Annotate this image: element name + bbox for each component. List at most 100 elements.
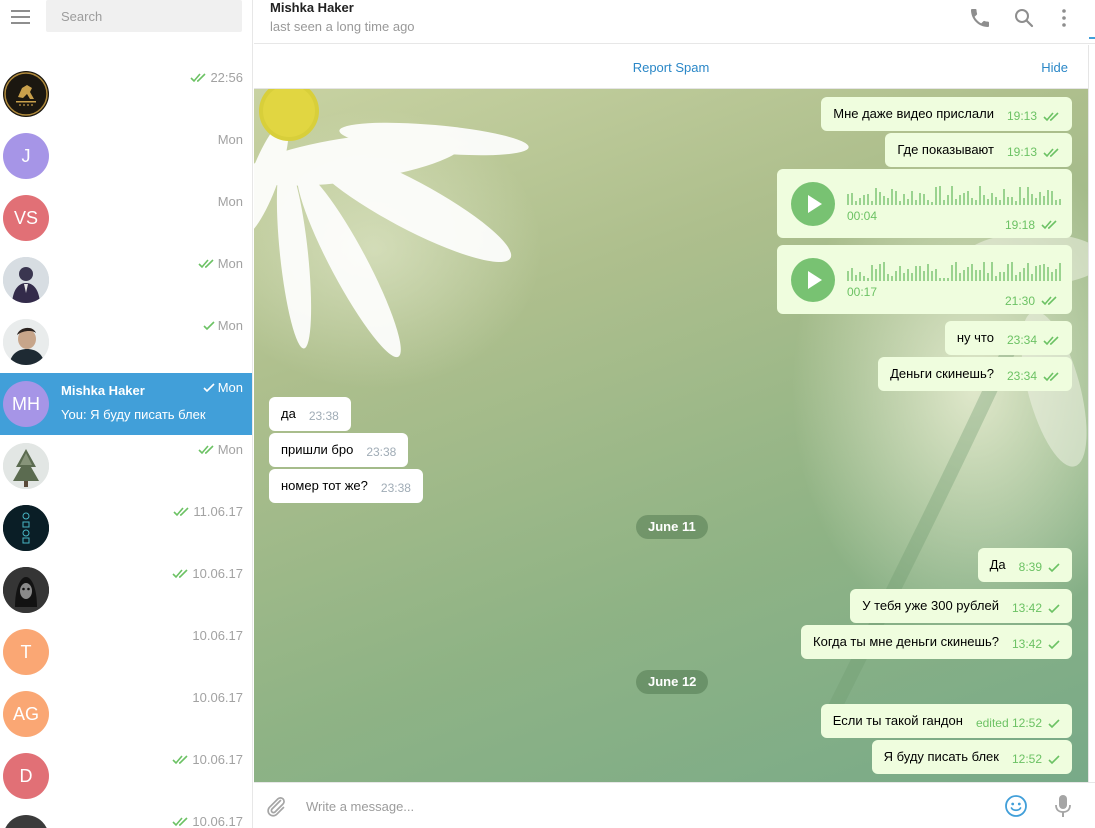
peer-name[interactable]: Mishka Haker — [270, 0, 354, 15]
voice-message: 00:04 19:18 — [777, 169, 1072, 238]
waveform-bar — [891, 276, 893, 281]
report-spam-bar: Report Spam Hide — [254, 45, 1088, 89]
hide-button[interactable]: Hide — [1041, 60, 1068, 75]
waveform-bar — [983, 262, 985, 281]
chat-time: 10.06.17 — [172, 752, 243, 767]
waveform-bar — [907, 199, 909, 205]
chat-list-item[interactable]: Mon — [0, 249, 252, 311]
double-check-icon — [1041, 296, 1057, 306]
double-check-icon — [1041, 220, 1057, 230]
waveform-bar — [927, 200, 929, 205]
waveform-bar — [1019, 187, 1021, 205]
waveform-bar — [975, 200, 977, 205]
waveform-bar — [959, 195, 961, 205]
waveform-bar — [999, 200, 1001, 205]
chat-list-item[interactable]: AG 10.06.17 — [0, 683, 252, 745]
waveform-bar — [883, 262, 885, 281]
message-time: 19:18 — [1005, 218, 1058, 232]
avatar — [3, 567, 49, 613]
report-spam-button[interactable]: Report Spam — [633, 60, 710, 75]
waveform-bar — [923, 271, 925, 281]
chat-time: 11.06.17 — [173, 504, 243, 519]
chat-list-item[interactable]: D 10.06.17 — [0, 745, 252, 807]
message-input[interactable] — [298, 791, 978, 821]
chat-time: 10.06.17 — [172, 814, 243, 828]
waveform-bar — [887, 274, 889, 281]
double-check-icon — [1043, 372, 1059, 382]
check-icon — [1048, 719, 1060, 729]
waveform-bar — [895, 271, 897, 281]
waveform-bar — [979, 186, 981, 205]
avatar — [3, 71, 49, 117]
chat-list-item[interactable]: J Mon — [0, 125, 252, 187]
play-button[interactable] — [791, 182, 835, 226]
outgoing-message[interactable]: Когда ты мне деньги скинешь? 13:42 — [801, 625, 1072, 659]
avatar — [3, 505, 49, 551]
chat-list-item[interactable]: T 10.06.17 — [0, 621, 252, 683]
chat-time: Mon — [198, 256, 243, 271]
chat-list-item[interactable]: 22:56 — [0, 63, 252, 125]
check-icon — [1048, 755, 1060, 765]
play-button[interactable] — [791, 258, 835, 302]
waveform-bar — [987, 199, 989, 205]
outgoing-message[interactable]: Где показывают 19:13 — [885, 133, 1072, 167]
waveform-bar — [951, 265, 953, 281]
waveform-bar — [919, 266, 921, 281]
outgoing-message[interactable]: Я буду писать блек 12:52 — [871, 740, 1072, 774]
check-icon — [1048, 604, 1060, 614]
avatar — [3, 443, 49, 489]
avatar — [3, 815, 49, 828]
waveform-bar — [1055, 200, 1057, 205]
search-icon[interactable] — [1012, 6, 1036, 30]
chat-time: 10.06.17 — [192, 690, 243, 705]
voice-waveform[interactable] — [847, 259, 1061, 281]
incoming-message[interactable]: пришли бро 23:38 — [269, 433, 409, 467]
chat-header: Mishka Haker last seen a long time ago — [254, 0, 1095, 44]
phone-call-icon[interactable] — [968, 6, 992, 30]
voice-waveform[interactable] — [847, 183, 1061, 205]
waveform-bar — [851, 193, 853, 205]
hamburger-menu-icon[interactable] — [11, 9, 31, 25]
emoji-icon[interactable] — [1004, 794, 1028, 818]
waveform-bar — [1023, 198, 1025, 205]
waveform-bar — [1003, 189, 1005, 205]
outgoing-message[interactable]: Деньги скинешь? 23:34 — [878, 357, 1072, 391]
outgoing-message[interactable]: Да 8:39 — [977, 548, 1072, 582]
incoming-message[interactable]: да 23:38 — [269, 397, 351, 431]
chat-list-item[interactable]: Mon — [0, 435, 252, 497]
paperclip-attach-icon[interactable] — [264, 794, 288, 818]
avatar: T — [3, 629, 49, 675]
waveform-bar — [1011, 197, 1013, 205]
chat-list-item[interactable]: 10.06.17 — [0, 807, 252, 828]
waveform-bar — [935, 187, 937, 205]
more-vertical-icon[interactable] — [1052, 6, 1076, 30]
outgoing-message[interactable]: У тебя уже 300 рублей 13:42 — [850, 589, 1072, 623]
chat-list-item[interactable]: 11.06.17 — [0, 497, 252, 559]
waveform-bar — [1027, 263, 1029, 281]
double-check-icon — [1043, 112, 1059, 122]
chat-list-item[interactable]: Mon — [0, 311, 252, 373]
waveform-bar — [963, 193, 965, 205]
waveform-bar — [995, 276, 997, 281]
chat-list-item-active[interactable]: MH Mishka Haker You: Я буду писать блек … — [0, 373, 252, 435]
chat-list-item[interactable]: VS Mon — [0, 187, 252, 249]
waveform-bar — [967, 267, 969, 281]
chat-time: Mon — [217, 132, 243, 147]
search-input[interactable] — [46, 0, 242, 32]
waveform-bar — [911, 191, 913, 205]
incoming-message[interactable]: номер тот же? 23:38 — [269, 469, 423, 503]
outgoing-message[interactable]: Мне даже видео прислали 19:13 — [821, 97, 1072, 131]
waveform-bar — [1043, 264, 1045, 281]
outgoing-message[interactable]: Если ты такой гандон edited 12:52 — [820, 704, 1072, 738]
waveform-bar — [1027, 187, 1029, 205]
waveform-bar — [999, 272, 1001, 281]
outgoing-message[interactable]: ну что 23:34 — [944, 321, 1072, 355]
waveform-bar — [855, 201, 857, 205]
scrollbar[interactable] — [1088, 45, 1095, 783]
chat-list-item[interactable]: 10.06.17 — [0, 559, 252, 621]
waveform-bar — [1035, 198, 1037, 205]
waveform-bar — [859, 272, 861, 281]
microphone-icon[interactable] — [1053, 793, 1073, 819]
waveform-bar — [919, 193, 921, 205]
waveform-bar — [899, 201, 901, 205]
